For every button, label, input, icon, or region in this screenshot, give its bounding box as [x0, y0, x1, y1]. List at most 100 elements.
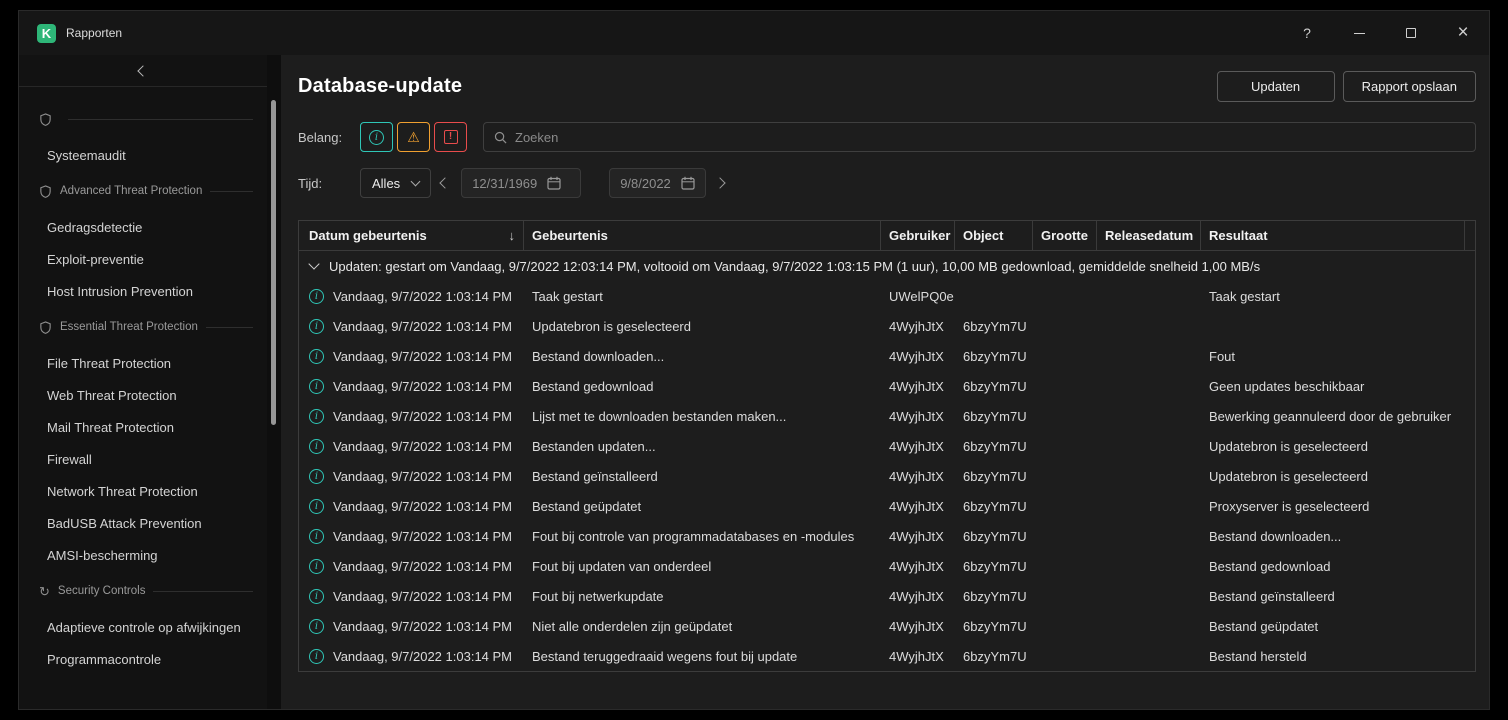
cell-result: Bestand geüpdatet [1201, 611, 1465, 641]
maximize-button[interactable] [1403, 25, 1419, 41]
cell-size [1033, 551, 1097, 581]
warning-icon: ⚠ [407, 129, 420, 146]
table-row[interactable]: i Vandaag, 9/7/2022 1:03:14 PM Bestand t… [299, 641, 1475, 671]
sidebar-item-label: Systeemaudit [47, 148, 126, 163]
cell-object: 6bzyYm7U [955, 551, 1033, 581]
table-row[interactable]: i Vandaag, 9/7/2022 1:03:14 PM Bestand d… [299, 341, 1475, 371]
sidebar-item-label: Exploit-preventie [47, 252, 144, 267]
column-header-release-date[interactable]: Releasedatum [1097, 221, 1201, 250]
filter-warning-button[interactable]: ⚠ [397, 122, 430, 152]
cell-user: 4WyjhJtX [881, 641, 955, 671]
table-row[interactable]: i Vandaag, 9/7/2022 1:03:14 PM Bestand g… [299, 491, 1475, 521]
table-row[interactable]: i Vandaag, 9/7/2022 1:03:14 PM Fout bij … [299, 521, 1475, 551]
sidebar-item[interactable]: BadUSB Attack Prevention [19, 507, 267, 539]
sidebar-item[interactable]: File Threat Protection [19, 347, 267, 379]
next-period-button[interactable] [706, 168, 734, 198]
header-actions: Updaten Rapport opslaan [1217, 71, 1476, 102]
cell-release-date [1097, 581, 1201, 611]
sidebar-item[interactable]: Network Threat Protection [19, 475, 267, 507]
sidebar-item[interactable]: Web Threat Protection [19, 379, 267, 411]
search-input[interactable] [515, 130, 1465, 145]
maximize-icon [1406, 28, 1416, 38]
cell-user: 4WyjhJtX [881, 581, 955, 611]
cell-release-date [1097, 311, 1201, 341]
sidebar-item[interactable]: AMSI-bescherming [19, 539, 267, 571]
search-box[interactable] [483, 122, 1476, 152]
column-header-size[interactable]: Grootte [1033, 221, 1097, 250]
kaspersky-logo-icon: K [37, 24, 56, 43]
table-row[interactable]: i Vandaag, 9/7/2022 1:03:14 PM Bestanden… [299, 431, 1475, 461]
calendar-icon [547, 176, 561, 190]
sidebar-item[interactable]: Host Intrusion Prevention [19, 275, 267, 307]
column-header-user[interactable]: Gebruiker [881, 221, 955, 250]
table-row[interactable]: i Vandaag, 9/7/2022 1:03:14 PM Bestand g… [299, 371, 1475, 401]
shield-icon [39, 321, 52, 334]
cell-user: 4WyjhJtX [881, 401, 955, 431]
table-row[interactable]: i Vandaag, 9/7/2022 1:03:14 PM Bestand g… [299, 461, 1475, 491]
time-range-select[interactable]: Alles [360, 168, 431, 198]
cell-size [1033, 371, 1097, 401]
prev-period-button[interactable] [431, 168, 459, 198]
cell-result: Bestand hersteld [1201, 641, 1465, 671]
cell-scrollbar-spacer [1465, 281, 1481, 311]
cell-size [1033, 341, 1097, 371]
table-row[interactable]: i Vandaag, 9/7/2022 1:03:14 PM Updatebro… [299, 311, 1475, 341]
column-header-object[interactable]: Object [955, 221, 1033, 250]
cell-event: Fout bij netwerkupdate [524, 581, 881, 611]
column-header-result[interactable]: Resultaat [1201, 221, 1465, 250]
sidebar-item[interactable]: Programmacontrole [19, 643, 267, 675]
help-button[interactable]: ? [1299, 25, 1315, 41]
group-row[interactable]: Updaten: gestart om Vandaag, 9/7/2022 12… [299, 251, 1475, 281]
sidebar-item-label: BadUSB Attack Prevention [47, 516, 202, 531]
minimize-button[interactable] [1351, 25, 1367, 41]
cell-user: 4WyjhJtX [881, 431, 955, 461]
cell-scrollbar-spacer [1465, 371, 1481, 401]
cell-event: Updatebron is geselecteerd [524, 311, 881, 341]
table-row[interactable]: i Vandaag, 9/7/2022 1:03:14 PM Lijst met… [299, 401, 1475, 431]
cell-object: 6bzyYm7U [955, 431, 1033, 461]
sidebar-item[interactable]: Systeemaudit [19, 139, 267, 171]
cell-date: Vandaag, 9/7/2022 1:03:14 PM [333, 349, 512, 364]
date-to-field[interactable]: 9/8/2022 [609, 168, 706, 198]
table-row[interactable]: i Vandaag, 9/7/2022 1:03:14 PM Taak gest… [299, 281, 1475, 311]
cell-object: 6bzyYm7U [955, 581, 1033, 611]
window-title: Rapporten [66, 26, 122, 40]
cell-event: Bestand geïnstalleerd [524, 461, 881, 491]
date-from-field[interactable]: 12/31/1969 [461, 168, 581, 198]
sidebar-item[interactable]: Adaptieve controle op afwijkingen [19, 611, 267, 643]
cell-date: Vandaag, 9/7/2022 1:03:14 PM [333, 379, 512, 394]
table-row[interactable]: i Vandaag, 9/7/2022 1:03:14 PM Niet alle… [299, 611, 1475, 641]
page-title: Database-update [298, 75, 462, 98]
filter-critical-button[interactable]: ! [434, 122, 467, 152]
cell-size [1033, 311, 1097, 341]
info-icon: i [309, 409, 324, 424]
refresh-icon: ↻ [39, 585, 50, 598]
cell-object: 6bzyYm7U [955, 641, 1033, 671]
table-row[interactable]: i Vandaag, 9/7/2022 1:03:14 PM Fout bij … [299, 581, 1475, 611]
column-header-date[interactable]: Datum gebeurtenis ↓ [299, 221, 524, 250]
cell-user: 4WyjhJtX [881, 461, 955, 491]
sidebar-item[interactable]: Firewall [19, 443, 267, 475]
cell-date: Vandaag, 9/7/2022 1:03:14 PM [333, 529, 512, 544]
filter-info-button[interactable]: i [360, 122, 393, 152]
chevron-down-icon [411, 177, 421, 187]
cell-event: Taak gestart [524, 281, 881, 311]
table-row[interactable]: i Vandaag, 9/7/2022 1:03:14 PM Fout bij … [299, 551, 1475, 581]
column-header-event[interactable]: Gebeurtenis [524, 221, 881, 250]
importance-filter-row: Belang: i ⚠ ! [298, 122, 1476, 152]
save-report-button[interactable]: Rapport opslaan [1343, 71, 1476, 102]
sidebar-item[interactable]: Mail Threat Protection [19, 411, 267, 443]
sidebar-item[interactable]: Gedragsdetectie [19, 211, 267, 243]
sort-desc-icon: ↓ [509, 228, 516, 243]
info-icon: i [309, 529, 324, 544]
sidebar-scrollbar-thumb[interactable] [271, 100, 276, 425]
cell-size [1033, 641, 1097, 671]
info-icon: i [309, 289, 324, 304]
cell-result: Geen updates beschikbaar [1201, 371, 1465, 401]
info-icon: i [309, 649, 324, 664]
update-button[interactable]: Updaten [1217, 71, 1335, 102]
sidebar-item[interactable]: Exploit-preventie [19, 243, 267, 275]
cell-result: Updatebron is geselecteerd [1201, 431, 1465, 461]
close-button[interactable]: × [1455, 25, 1471, 41]
sidebar-collapse-button[interactable] [19, 55, 267, 87]
